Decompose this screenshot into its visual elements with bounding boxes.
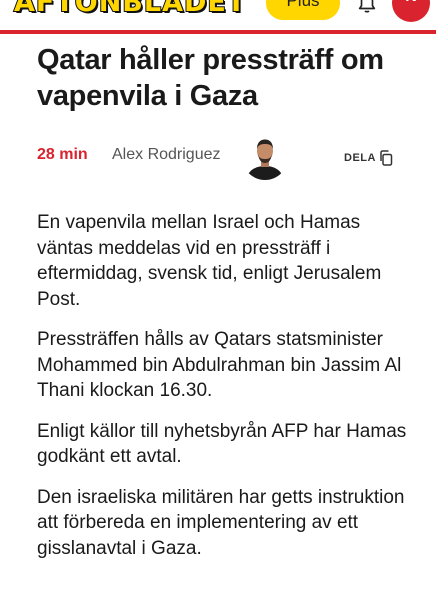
- user-avatar-button[interactable]: N: [392, 0, 430, 22]
- top-bar: AFTONBLADET Plus N: [0, 0, 436, 30]
- user-initial: N: [405, 0, 417, 6]
- bell-icon[interactable]: [356, 0, 378, 14]
- header-divider: [0, 30, 436, 34]
- share-button[interactable]: DELA: [344, 150, 393, 166]
- publish-time: 28 min: [37, 146, 88, 163]
- aftonbladet-logo[interactable]: AFTONBLADET: [13, 0, 246, 19]
- copy-icon: [380, 150, 393, 166]
- article-paragraph: Den israeliska militären har getts instr…: [37, 486, 405, 559]
- share-label: DELA: [344, 152, 376, 164]
- article-paragraph: Enligt källor till nyhetsbyrån AFP har H…: [37, 420, 407, 468]
- author-avatar[interactable]: [242, 134, 288, 180]
- author-name[interactable]: Alex Rodriguez: [112, 146, 221, 164]
- article-paragraph: En vapenvila mellan Israel och Hamas vän…: [37, 212, 382, 310]
- article-headline: Qatar håller pressträff om vapenvila i G…: [37, 44, 384, 112]
- article-paragraph: Pressträffen hålls av Qatars statsminist…: [37, 329, 402, 401]
- plus-button[interactable]: Plus: [266, 0, 340, 20]
- plus-button-label: Plus: [286, 0, 320, 10]
- article-body: En vapenvila mellan Israel och Hamas vän…: [37, 210, 417, 576]
